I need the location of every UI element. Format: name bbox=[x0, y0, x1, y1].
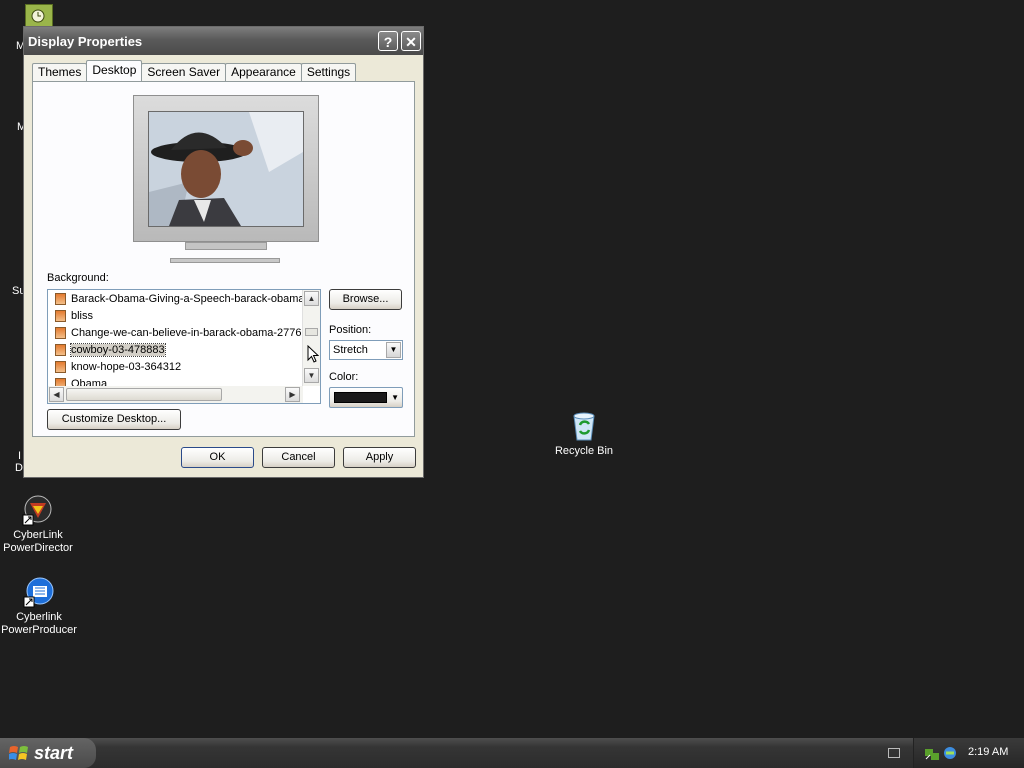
list-item-selected[interactable]: cowboy-03-478883 bbox=[48, 341, 320, 358]
vertical-scrollbar[interactable]: ▲ ▼ bbox=[302, 290, 320, 386]
scroll-right-icon[interactable]: ▶ bbox=[285, 387, 300, 402]
windows-logo-icon bbox=[9, 746, 28, 760]
clock-icon bbox=[31, 9, 45, 23]
horizontal-scrollbar[interactable]: ◀ ▶ bbox=[48, 386, 303, 403]
help-button[interactable]: ? bbox=[378, 31, 398, 51]
position-select[interactable]: Stretch ▼ bbox=[329, 340, 403, 360]
system-tray: 2:19 AM bbox=[913, 738, 1024, 768]
taskbar: start 2:19 AM bbox=[0, 738, 1024, 768]
tab-strip: Themes Desktop Screen Saver Appearance S… bbox=[32, 60, 357, 81]
powerdirector-icon bbox=[22, 494, 54, 526]
list-item[interactable]: know-hope-03-364312 bbox=[48, 358, 320, 375]
mouse-cursor-icon bbox=[307, 345, 319, 363]
wallpaper-image bbox=[149, 112, 303, 226]
network-icon[interactable] bbox=[924, 745, 940, 761]
image-file-icon bbox=[55, 292, 66, 305]
background-label: Background: bbox=[47, 272, 109, 284]
background-list[interactable]: Barack-Obama-Giving-a-Speech-barack-obam… bbox=[47, 289, 321, 404]
color-label: Color: bbox=[329, 371, 359, 383]
list-item[interactable]: bliss bbox=[48, 307, 320, 324]
close-button[interactable]: ✕ bbox=[401, 31, 421, 51]
image-file-icon bbox=[55, 309, 66, 322]
color-picker-button[interactable]: ▼ bbox=[329, 387, 403, 408]
title-bar[interactable]: Display Properties ? ✕ bbox=[24, 27, 423, 55]
apply-button[interactable]: Apply bbox=[343, 447, 416, 468]
color-swatch bbox=[334, 392, 387, 403]
desktop-icon-label: Cyberlink bbox=[16, 611, 62, 623]
scroll-left-icon[interactable]: ◀ bbox=[49, 387, 64, 402]
recycle-bin-icon bbox=[568, 410, 600, 442]
start-button[interactable]: start bbox=[0, 738, 96, 768]
desktop-icon-label: PowerProducer bbox=[1, 624, 77, 636]
desktop-icon-label: Recycle Bin bbox=[554, 445, 614, 457]
chevron-down-icon: ▼ bbox=[386, 342, 401, 358]
scroll-down-icon[interactable]: ▼ bbox=[304, 368, 319, 383]
desktop-partial-label: I bbox=[18, 450, 22, 462]
desktop-partial-label: D bbox=[15, 462, 23, 474]
powerproducer-icon bbox=[23, 576, 55, 608]
scroll-thumb[interactable] bbox=[66, 388, 222, 401]
tab-appearance[interactable]: Appearance bbox=[225, 63, 302, 81]
clock: 2:19 AM bbox=[968, 746, 1009, 758]
customize-desktop-button[interactable]: Customize Desktop... bbox=[47, 409, 181, 430]
cancel-button[interactable]: Cancel bbox=[262, 447, 335, 468]
tab-desktop[interactable]: Desktop bbox=[86, 60, 143, 81]
desktop-icon-cyberlink-powerproducer[interactable]: Cyberlink PowerProducer bbox=[0, 576, 79, 637]
window-title: Display Properties bbox=[28, 33, 143, 49]
desktop-icon-label: PowerDirector bbox=[3, 542, 73, 554]
desktop-icon-cyberlink-powerdirector[interactable]: CyberLink PowerDirector bbox=[0, 494, 78, 555]
image-file-icon bbox=[55, 326, 66, 339]
tab-themes[interactable]: Themes bbox=[32, 63, 88, 81]
chevron-down-icon: ▼ bbox=[391, 393, 399, 402]
tab-screen-saver[interactable]: Screen Saver bbox=[141, 63, 227, 81]
position-value: Stretch bbox=[333, 344, 368, 356]
list-item[interactable]: Change-we-can-believe-in-barack-obama-27… bbox=[48, 324, 320, 341]
monitor-base bbox=[170, 258, 280, 263]
safely-remove-hardware-icon[interactable] bbox=[942, 745, 958, 761]
position-label: Position: bbox=[329, 324, 372, 336]
desktop-icon-partial[interactable] bbox=[25, 4, 53, 28]
monitor-bezel bbox=[133, 95, 319, 242]
ok-button[interactable]: OK bbox=[181, 447, 254, 468]
browse-button[interactable]: Browse... bbox=[329, 289, 402, 310]
scroll-thumb[interactable] bbox=[305, 328, 318, 336]
image-file-icon bbox=[55, 360, 66, 373]
display-properties-window: Display Properties ? ✕ Themes Desktop Sc… bbox=[23, 26, 424, 478]
monitor-preview bbox=[133, 95, 319, 268]
start-label: start bbox=[34, 743, 74, 763]
monitor-stand bbox=[185, 242, 267, 250]
desktop-icon-label: CyberLink bbox=[13, 529, 63, 541]
keyboard-icon[interactable] bbox=[888, 748, 900, 758]
desktop-icon-recycle-bin[interactable]: Recycle Bin bbox=[544, 410, 624, 458]
wallpaper-preview bbox=[148, 111, 304, 227]
scroll-up-icon[interactable]: ▲ bbox=[304, 291, 319, 306]
desktop-tab-panel: Background: Barack-Obama-Giving-a-Speech… bbox=[32, 81, 415, 437]
tab-settings[interactable]: Settings bbox=[300, 63, 357, 81]
list-item[interactable]: Barack-Obama-Giving-a-Speech-barack-obam… bbox=[48, 290, 320, 307]
image-file-icon bbox=[55, 343, 66, 356]
